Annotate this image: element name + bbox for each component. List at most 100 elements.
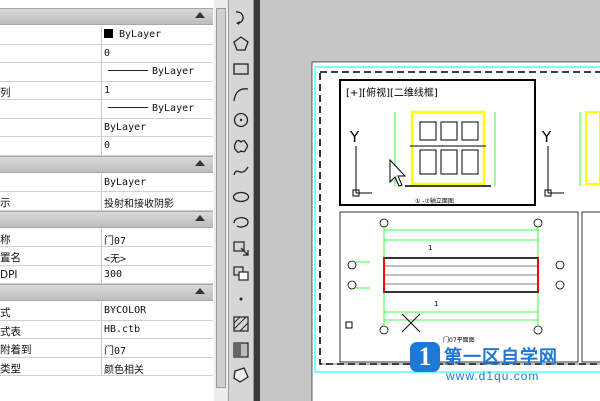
property-row[interactable]: 置名 <无> bbox=[0, 247, 213, 266]
column-divider bbox=[101, 228, 102, 246]
property-value-text: 300 bbox=[104, 268, 123, 280]
arc-icon[interactable] bbox=[231, 85, 251, 105]
hatch-icon[interactable] bbox=[231, 314, 251, 334]
property-value-text: 0 bbox=[104, 47, 111, 59]
rotate-arc-icon[interactable] bbox=[231, 8, 251, 28]
draw-toolbar bbox=[229, 0, 254, 401]
property-value[interactable]: 门07 bbox=[104, 342, 212, 357]
property-key: 附着到 bbox=[0, 344, 32, 356]
property-value-text: BYCOLOR bbox=[104, 305, 147, 316]
column-divider bbox=[101, 302, 102, 320]
collapse-arrow-icon[interactable] bbox=[195, 12, 205, 18]
property-key: 式表 bbox=[0, 325, 21, 338]
column-divider bbox=[101, 247, 102, 265]
collapse-arrow-icon[interactable] bbox=[195, 288, 205, 294]
section-header[interactable] bbox=[0, 8, 213, 25]
revision-cloud-icon[interactable] bbox=[231, 136, 251, 156]
property-value[interactable]: 1 bbox=[104, 85, 212, 96]
circle-icon[interactable] bbox=[231, 110, 251, 130]
ucs-y-label-2: Y bbox=[541, 128, 552, 146]
property-value[interactable]: 投射和接收阴影 bbox=[104, 195, 212, 210]
property-row[interactable]: ByLayer bbox=[0, 26, 213, 45]
property-value-text: ByLayer bbox=[152, 103, 195, 114]
property-row[interactable]: 称 门07 bbox=[0, 228, 213, 247]
property-key: 示 bbox=[0, 197, 11, 209]
property-value[interactable]: HB.ctb bbox=[104, 324, 212, 335]
property-value-text: HB.ctb bbox=[104, 323, 141, 335]
linetype-preview-icon bbox=[108, 70, 148, 71]
property-value-text: 0 bbox=[104, 140, 111, 151]
dimension-mark: 1 bbox=[428, 244, 432, 252]
property-value-text: 门07 bbox=[104, 235, 127, 247]
property-value[interactable]: ByLayer bbox=[104, 29, 212, 40]
property-key: DPI bbox=[0, 268, 18, 281]
column-divider bbox=[101, 357, 102, 375]
insert-block-icon[interactable] bbox=[231, 238, 251, 258]
property-value[interactable]: ByLayer bbox=[104, 122, 212, 133]
property-row[interactable]: 0 bbox=[0, 137, 213, 156]
section-header[interactable] bbox=[0, 155, 213, 173]
column-divider bbox=[101, 137, 102, 155]
property-value[interactable]: 0 bbox=[104, 48, 212, 59]
property-value[interactable]: BYCOLOR bbox=[104, 305, 212, 316]
column-divider bbox=[101, 173, 102, 191]
property-value[interactable]: 0 bbox=[104, 140, 212, 151]
region-icon[interactable] bbox=[231, 365, 251, 385]
properties-scroll-thumb[interactable] bbox=[216, 8, 226, 388]
property-key: 式 bbox=[0, 307, 11, 319]
property-row[interactable]: ByLayer bbox=[0, 118, 213, 137]
section-header[interactable] bbox=[0, 210, 213, 228]
property-value[interactable]: 颜色相关 bbox=[104, 361, 212, 376]
property-row[interactable]: 示 投射和接收阴影 bbox=[0, 192, 213, 211]
drawing-area: [+][俯视][二维线框] Y ① -⑦轴立面图 Y 1 1 门07平面图 bbox=[260, 0, 600, 401]
property-row[interactable]: ByLayer bbox=[0, 173, 213, 192]
polygon-icon[interactable] bbox=[231, 34, 251, 54]
collapse-arrow-icon[interactable] bbox=[195, 159, 205, 166]
property-row[interactable]: ByLayer bbox=[0, 100, 213, 119]
column-divider bbox=[101, 44, 102, 62]
property-row[interactable]: 类型 颜色相关 bbox=[0, 357, 213, 376]
property-value-text: <无> bbox=[104, 254, 127, 265]
column-divider bbox=[101, 63, 102, 81]
property-value[interactable]: ByLayer bbox=[104, 66, 212, 77]
ucs-y-label: Y bbox=[349, 128, 360, 146]
property-value[interactable]: 门07 bbox=[104, 232, 212, 247]
property-value-text: 门07 bbox=[104, 346, 127, 357]
watermark-name: 第一区自学网 bbox=[444, 347, 558, 368]
property-value[interactable]: 300 bbox=[104, 269, 212, 280]
property-key: 类型 bbox=[0, 362, 21, 375]
property-row[interactable]: 列1 bbox=[0, 81, 213, 100]
property-row[interactable]: 式 BYCOLOR bbox=[0, 302, 213, 321]
property-key: 列 bbox=[0, 86, 11, 99]
property-value-text: 颜色相关 bbox=[104, 364, 144, 376]
drawing-canvas[interactable]: [+][俯视][二维线框] Y ① -⑦轴立面图 Y 1 1 门07平面图 1 … bbox=[260, 0, 600, 401]
color-swatch-icon bbox=[104, 29, 113, 38]
property-value[interactable]: <无> bbox=[104, 250, 212, 265]
property-value[interactable]: ByLayer bbox=[104, 177, 212, 188]
property-row[interactable]: 式表 HB.ctb bbox=[0, 320, 213, 339]
property-value-text: ByLayer bbox=[152, 66, 195, 77]
property-row[interactable]: DPI 300 bbox=[0, 265, 213, 284]
property-row[interactable]: ByLayer bbox=[0, 63, 213, 82]
rectangle-icon[interactable] bbox=[231, 59, 251, 79]
spline-icon[interactable] bbox=[231, 161, 251, 181]
property-row[interactable]: 附着到 门07 bbox=[0, 339, 213, 358]
column-divider bbox=[101, 81, 102, 99]
dimension-mark-2: 1 bbox=[434, 300, 438, 308]
ellipse-arc-icon[interactable] bbox=[231, 212, 251, 232]
point-icon[interactable] bbox=[231, 289, 251, 309]
watermark-url: www.d1qu.com bbox=[446, 369, 540, 383]
property-value-text: 1 bbox=[104, 84, 111, 96]
column-divider bbox=[101, 26, 102, 44]
gradient-icon[interactable] bbox=[231, 340, 251, 360]
column-divider bbox=[101, 192, 102, 210]
make-block-icon[interactable] bbox=[231, 263, 251, 283]
collapse-arrow-icon[interactable] bbox=[195, 214, 205, 221]
property-row[interactable]: 0 bbox=[0, 44, 213, 63]
viewport-label[interactable]: [+][俯视][二维线框] bbox=[346, 86, 438, 99]
section-header[interactable] bbox=[0, 284, 213, 301]
properties-palette: ByLayer 0 ByLayer 列 1 ByLayer ByLayer 0 ByLayer 示… bbox=[0, 0, 215, 401]
ellipse-icon[interactable] bbox=[231, 187, 251, 207]
property-value[interactable]: ByLayer bbox=[104, 103, 212, 114]
column-divider bbox=[101, 320, 102, 338]
